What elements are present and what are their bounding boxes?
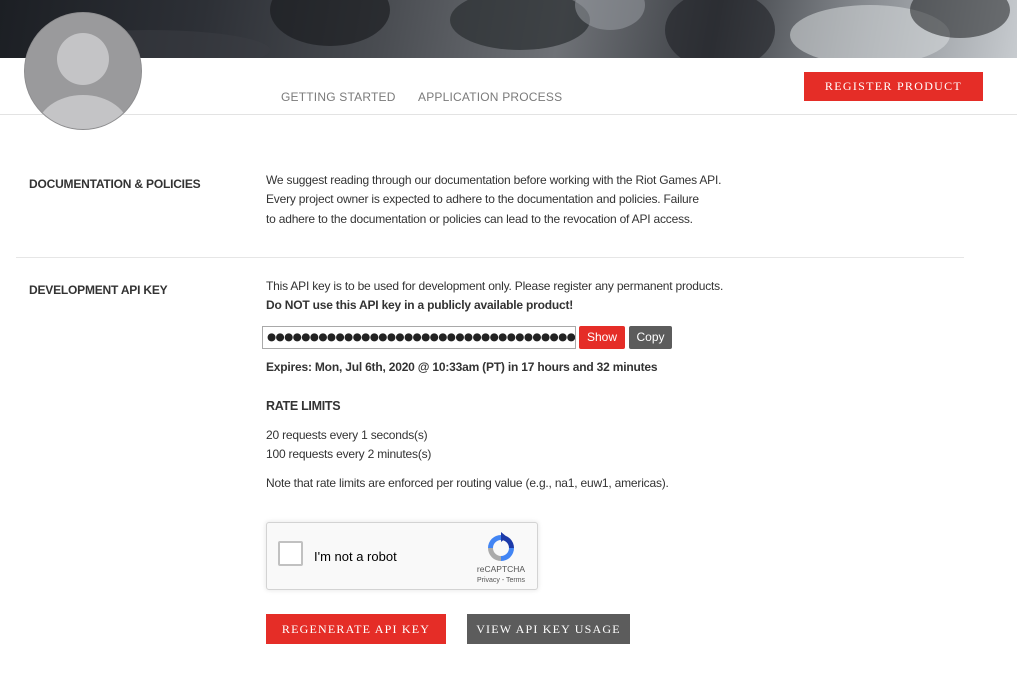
- documentation-section-title: DOCUMENTATION & POLICIES: [29, 177, 201, 191]
- recaptcha-widget: I'm not a robot reCAPTCHA Privacy - Term…: [266, 522, 538, 590]
- show-key-button[interactable]: Show: [579, 326, 625, 349]
- documentation-line-3: to adhere to the documentation or polici…: [266, 212, 693, 226]
- header-banner: [0, 0, 1017, 58]
- section-divider: [16, 257, 964, 258]
- banner-artwork: [30, 0, 1010, 58]
- recaptcha-brand: reCAPTCHA: [476, 564, 526, 574]
- view-api-key-usage-button[interactable]: VIEW API KEY USAGE: [467, 614, 630, 644]
- user-avatar[interactable]: [25, 13, 141, 129]
- rate-limit-item: 20 requests every 1 seconds(s): [266, 428, 428, 442]
- regenerate-api-key-button[interactable]: REGENERATE API KEY: [266, 614, 446, 644]
- recaptcha-label: I'm not a robot: [314, 549, 397, 564]
- register-product-button[interactable]: REGISTER PRODUCT: [804, 72, 983, 101]
- recaptcha-checkbox[interactable]: [278, 541, 303, 566]
- recaptcha-privacy-terms-link[interactable]: Privacy - Terms: [466, 577, 536, 584]
- key-expiry-text: Expires: Mon, Jul 6th, 2020 @ 10:33am (P…: [266, 360, 658, 374]
- rate-limit-item: 100 requests every 2 minutes(s): [266, 447, 432, 461]
- rate-limits-note: Note that rate limits are enforced per r…: [266, 476, 669, 490]
- documentation-line-2: Every project owner is expected to adher…: [266, 192, 699, 206]
- rate-limits-title: RATE LIMITS: [266, 399, 341, 413]
- dev-key-section-title: DEVELOPMENT API KEY: [29, 283, 168, 297]
- nav-getting-started[interactable]: GETTING STARTED: [281, 90, 396, 104]
- copy-key-button[interactable]: Copy: [629, 326, 672, 349]
- recaptcha-logo-icon: [488, 532, 514, 561]
- dev-key-note: This API key is to be used for developme…: [266, 279, 724, 293]
- documentation-line-1: We suggest reading through our documenta…: [266, 173, 722, 187]
- nav-application-process[interactable]: APPLICATION PROCESS: [418, 90, 562, 104]
- default-user-avatar-icon: [25, 13, 141, 129]
- api-key-field[interactable]: ●●●●●●●●●●●●●●●●●●●●●●●●●●●●●●●●●●●●●●●●: [262, 326, 576, 349]
- dev-key-warning: Do NOT use this API key in a publicly av…: [266, 298, 574, 312]
